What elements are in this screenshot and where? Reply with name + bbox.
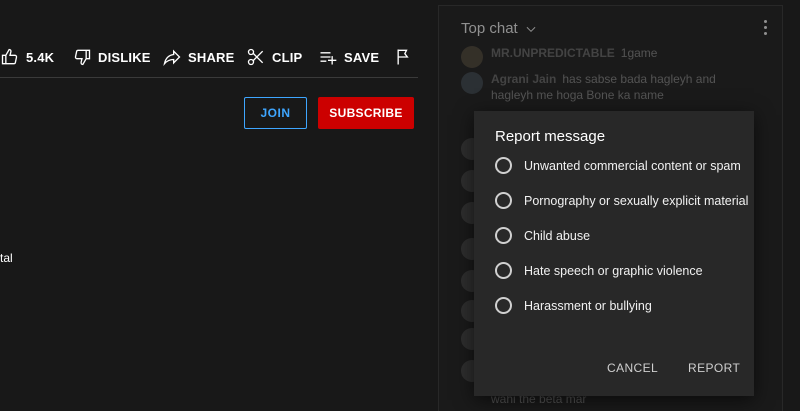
- clip-label: CLIP: [272, 49, 303, 65]
- description-fragment: tal: [0, 251, 13, 265]
- share-icon: [163, 49, 181, 67]
- save-button[interactable]: SAVE: [318, 47, 379, 67]
- radio-button[interactable]: [495, 227, 512, 244]
- report-message-dialog: Report message Unwanted commercial conte…: [474, 111, 754, 396]
- option-label: Pornography or sexually explicit materia…: [524, 193, 749, 208]
- option-label: Unwanted commercial content or spam: [524, 158, 741, 173]
- radio-button[interactable]: [495, 157, 512, 174]
- action-bar-divider: [0, 77, 418, 78]
- report-flag-button[interactable]: [394, 47, 414, 67]
- share-label: SHARE: [188, 49, 235, 65]
- flag-icon: [397, 49, 409, 65]
- save-label: SAVE: [344, 49, 380, 65]
- playlist-add-icon: [320, 52, 337, 65]
- report-option-hate-speech[interactable]: Hate speech or graphic violence: [495, 262, 703, 279]
- option-label: Harassment or bullying: [524, 298, 652, 313]
- join-button[interactable]: JOIN: [244, 97, 307, 129]
- report-option-child-abuse[interactable]: Child abuse: [495, 227, 590, 244]
- like-button[interactable]: 5.4K: [0, 47, 54, 67]
- dislike-label: DISLIKE: [98, 49, 151, 65]
- radio-button[interactable]: [495, 192, 512, 209]
- video-action-bar: 5.4K DISLIKE SHARE CLIP SAVE: [0, 38, 418, 76]
- subscribe-button[interactable]: SUBSCRIBE: [318, 97, 414, 129]
- option-label: Child abuse: [524, 228, 591, 243]
- report-option-sexual-content[interactable]: Pornography or sexually explicit materia…: [495, 192, 748, 209]
- share-button[interactable]: SHARE: [162, 47, 235, 67]
- cancel-button[interactable]: CANCEL: [607, 361, 658, 375]
- dialog-title: Report message: [495, 128, 606, 145]
- option-label: Hate speech or graphic violence: [524, 263, 703, 278]
- like-count: 5.4K: [26, 49, 55, 65]
- report-option-harassment[interactable]: Harassment or bullying: [495, 297, 652, 314]
- radio-button[interactable]: [495, 297, 512, 314]
- clip-button[interactable]: CLIP: [246, 47, 302, 67]
- report-button[interactable]: REPORT: [688, 361, 740, 375]
- thumbs-up-icon: [1, 48, 18, 65]
- scissors-icon: [247, 48, 264, 66]
- thumbs-down-icon: [74, 49, 91, 66]
- dislike-button[interactable]: DISLIKE: [72, 47, 151, 67]
- radio-button[interactable]: [495, 262, 512, 279]
- report-option-spam[interactable]: Unwanted commercial content or spam: [495, 157, 741, 174]
